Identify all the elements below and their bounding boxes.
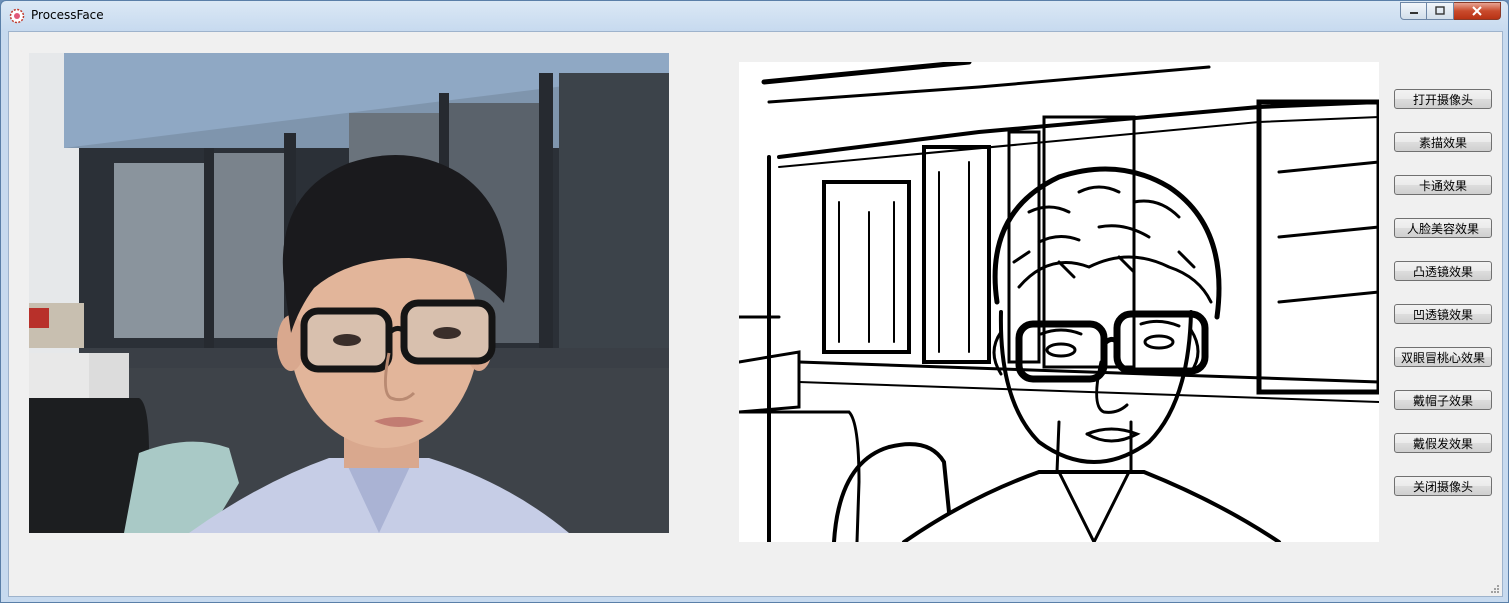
- open-camera-button[interactable]: 打开摄像头: [1394, 89, 1492, 109]
- close-button[interactable]: [1454, 2, 1501, 20]
- beauty-effect-button[interactable]: 人脸美容效果: [1394, 218, 1492, 238]
- app-window: ProcessFace 打开摄像头 素描效果 卡通效果 人脸美容效果 凸透镜效果…: [0, 0, 1509, 603]
- concave-lens-effect-button[interactable]: 凹透镜效果: [1394, 304, 1492, 324]
- wig-effect-button[interactable]: 戴假发效果: [1394, 433, 1492, 453]
- sketch-effect-photo: [739, 62, 1379, 542]
- minimize-icon: [1409, 12, 1418, 14]
- heart-eyes-effect-button[interactable]: 双眼冒桃心效果: [1394, 347, 1492, 367]
- maximize-button[interactable]: [1427, 2, 1454, 20]
- cartoon-effect-button[interactable]: 卡通效果: [1394, 175, 1492, 195]
- effect-view: [739, 62, 1379, 542]
- close-camera-button[interactable]: 关闭摄像头: [1394, 476, 1492, 496]
- window-title: ProcessFace: [31, 8, 104, 22]
- title-bar[interactable]: ProcessFace: [1, 1, 1508, 31]
- minimize-button[interactable]: [1400, 2, 1427, 20]
- maximize-icon: [1435, 6, 1445, 15]
- webcam-photo: [29, 53, 669, 533]
- app-flower-icon: [9, 8, 25, 24]
- hat-effect-button[interactable]: 戴帽子效果: [1394, 390, 1492, 410]
- resize-grip-icon[interactable]: [1490, 584, 1500, 594]
- close-icon: [1472, 6, 1482, 16]
- client-area: 打开摄像头 素描效果 卡通效果 人脸美容效果 凸透镜效果 凹透镜效果 双眼冒桃心…: [8, 31, 1503, 597]
- camera-view: [29, 53, 669, 533]
- sketch-effect-button[interactable]: 素描效果: [1394, 132, 1492, 152]
- convex-lens-effect-button[interactable]: 凸透镜效果: [1394, 261, 1492, 281]
